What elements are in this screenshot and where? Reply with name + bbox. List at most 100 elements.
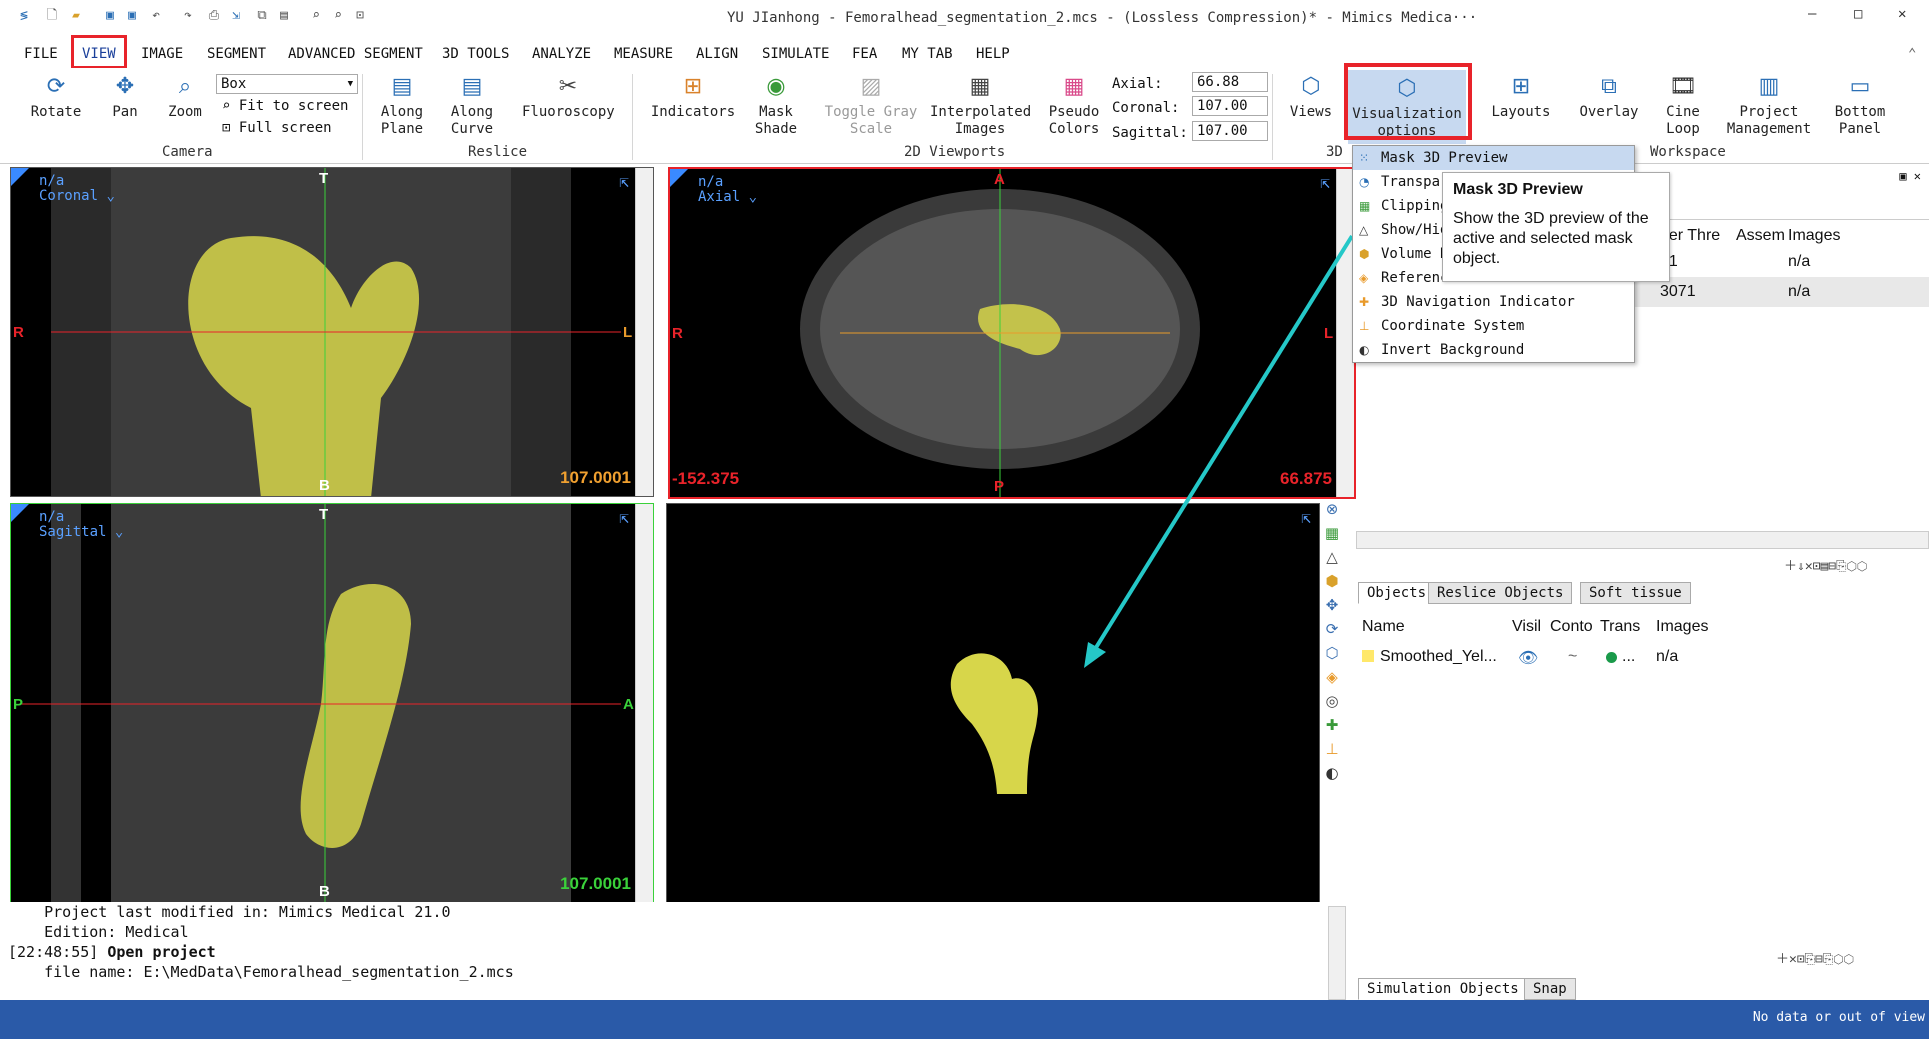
cine-loop-button[interactable]: 🎞 Cine Loop — [1660, 68, 1706, 138]
pseudo-colors-button[interactable]: ▦ Pseudo Colors — [1046, 68, 1102, 138]
ribbon-collapse-icon[interactable]: ⌃ — [1908, 46, 1916, 62]
coronal-label[interactable]: n/a Coronal ⌄ — [39, 174, 115, 204]
overlay-button[interactable]: ⧉ Overlay — [1576, 68, 1642, 121]
zoom-fit-icon[interactable]: ⊡ — [352, 8, 368, 24]
coronal-viewport[interactable]: n/a Coronal ⌄ T B R L 107.0001 ⇱ — [10, 167, 654, 497]
fluoroscopy-button[interactable]: ✂ Fluoroscopy — [522, 68, 615, 121]
palette-icon[interactable]: ◈ — [1322, 668, 1342, 692]
tab-reslice-objects[interactable]: Reslice Objects — [1428, 582, 1573, 604]
tab-snap[interactable]: Snap — [1524, 978, 1576, 1000]
contour-icon[interactable]: ~ — [1568, 648, 1577, 666]
overlap-icon[interactable]: ⊗ — [1322, 500, 1342, 524]
menu-file[interactable]: FILE — [24, 46, 58, 62]
axial-label[interactable]: n/a Axial ⌄ — [698, 175, 757, 205]
maximize-viewport-icon[interactable]: ⇱ — [619, 172, 629, 191]
triangle-icon[interactable]: △ — [1322, 548, 1342, 572]
menu-measure[interactable]: MEASURE — [614, 46, 673, 62]
move-icon[interactable]: ✥ — [1322, 596, 1342, 620]
toggle-gray-scale-button[interactable]: ▨ Toggle Gray Scale — [824, 68, 918, 138]
rotate-icon[interactable]: ⟳ — [1322, 620, 1342, 644]
mask-shade-button[interactable]: ◉ Mask Shade — [752, 68, 800, 138]
fit-to-screen-button[interactable]: ⌕ Fit to screen — [222, 98, 348, 114]
objects-toolbar-icons[interactable]: ＋✕⊡⎘⊟⎘⬡⬡ — [1776, 948, 1854, 967]
project-management-button[interactable]: ▥ Project Management — [1720, 68, 1818, 138]
maximize-button[interactable]: □ — [1854, 6, 1862, 22]
undo-icon[interactable]: ↶ — [148, 8, 164, 24]
along-curve-button[interactable]: ▤ Along Curve — [444, 68, 500, 138]
pan-button[interactable]: ✥ Pan — [104, 68, 146, 121]
close-button[interactable]: ✕ — [1898, 6, 1906, 22]
invert-icon[interactable]: ◐ — [1322, 764, 1342, 788]
maximize-viewport-icon[interactable]: ⇱ — [1320, 173, 1330, 192]
new-file-icon[interactable]: 🗋 — [44, 8, 60, 24]
layouts-button[interactable]: ⊞ Layouts — [1488, 68, 1554, 121]
paste-icon[interactable]: ▤ — [276, 8, 292, 24]
col-name: Name — [1362, 618, 1405, 635]
sagittal-label: Sagittal: — [1112, 125, 1188, 141]
indicators-button[interactable]: ⊞ Indicators — [650, 68, 736, 121]
transparency-dot-icon[interactable] — [1606, 652, 1617, 663]
chevron-down-icon: ▼ — [347, 79, 353, 89]
coronal-label: Coronal: — [1112, 100, 1180, 116]
log-line: Edition: Medical — [8, 923, 189, 941]
menu-my-tab[interactable]: MY TAB — [902, 46, 953, 62]
axis-icon[interactable]: ⊥ — [1322, 740, 1342, 764]
zoom-mode-select[interactable]: Box ▼ — [216, 74, 358, 94]
sagittal-label[interactable]: n/a Sagittal ⌄ — [39, 510, 123, 540]
menu-align[interactable]: ALIGN — [696, 46, 738, 62]
menu-simulate[interactable]: SIMULATE — [762, 46, 829, 62]
menu-analyze[interactable]: ANALYZE — [532, 46, 591, 62]
title-bar: ≶ 🗋 ▰ ▣ ▣ ↶ ↷ ⎙ ⇲ ⧉ ▤ ⌕ ⌕ ⊡ YU JIanhong … — [0, 0, 1929, 36]
menu-advanced-segment[interactable]: ADVANCED SEGMENT — [288, 46, 423, 62]
copy-icon[interactable]: ⧉ — [254, 8, 270, 24]
interpolated-images-button[interactable]: ▦ Interpolated Images — [930, 68, 1031, 138]
navigation-icon[interactable]: ✚ — [1322, 716, 1342, 740]
tab-objects[interactable]: Objects — [1358, 582, 1436, 604]
save-icon[interactable]: ▣ — [102, 8, 118, 24]
zoom-out-icon[interactable]: ⌕ — [330, 8, 346, 24]
sphere-icon[interactable]: ⬢ — [1322, 572, 1342, 596]
mask-toolbar-icons[interactable]: ＋⇓✕⊡▤⊟⎘⬡⬡ — [1784, 555, 1867, 574]
coronal-spinbox[interactable]: 107.00 — [1192, 96, 1268, 116]
export-icon[interactable]: ⇲ — [228, 8, 244, 24]
menu-item-3d-navigation-indicator[interactable]: ✚ 3D Navigation Indicator — [1353, 290, 1634, 314]
tab-simulation-objects[interactable]: Simulation Objects — [1358, 978, 1528, 1000]
along-plane-button[interactable]: ▤ Along Plane — [374, 68, 430, 138]
save-as-icon[interactable]: ▣ — [124, 8, 140, 24]
menu-3d-tools[interactable]: 3D TOOLS — [442, 46, 509, 62]
menu-item-coordinate-system[interactable]: ⊥ Coordinate System — [1353, 314, 1634, 338]
menu-image[interactable]: IMAGE — [141, 46, 183, 62]
menu-item-mask-3d-preview[interactable]: ⁙ Mask 3D Preview — [1353, 146, 1634, 170]
sagittal-spinbox[interactable]: 107.00 — [1192, 121, 1268, 141]
zoom-in-icon[interactable]: ⌕ — [308, 8, 324, 24]
table-row[interactable]: Smoothed_Yel... 👁 ~ ... n/a — [1356, 642, 1929, 672]
views-button[interactable]: ⬡ Views — [1286, 68, 1336, 121]
log-scrollbar[interactable] — [1328, 906, 1346, 1000]
bottom-panel-button[interactable]: ▭ Bottom Panel — [1830, 68, 1890, 138]
full-screen-button[interactable]: ⊡ Full screen — [222, 120, 332, 136]
menu-help[interactable]: HELP — [976, 46, 1010, 62]
viewport-scrollbar[interactable] — [635, 504, 653, 902]
eye-icon[interactable]: ◎ — [1322, 692, 1342, 716]
menu-fea[interactable]: FEA — [852, 46, 877, 62]
horizontal-scrollbar[interactable] — [1356, 531, 1929, 549]
zoom-button[interactable]: ⌕ Zoom — [164, 68, 206, 121]
axial-spinbox[interactable]: 66.88 — [1192, 72, 1268, 92]
rotate-button[interactable]: ⟳ Rotate — [28, 68, 84, 121]
layers-icon[interactable]: ▦ — [1322, 524, 1342, 548]
maximize-viewport-icon[interactable]: ⇱ — [619, 508, 629, 527]
open-folder-icon[interactable]: ▰ — [68, 8, 84, 24]
status-bar: No data or out of view — [0, 1000, 1929, 1039]
minimize-button[interactable]: – — [1808, 6, 1816, 22]
viewport-scrollbar[interactable] — [635, 168, 653, 496]
menu-item-invert-background[interactable]: ◐ Invert Background — [1353, 338, 1634, 362]
orientation-bottom: P — [994, 478, 1005, 495]
print-icon[interactable]: ⎙ — [206, 8, 222, 24]
eye-icon[interactable]: 👁 — [1518, 648, 1538, 668]
cube-icon[interactable]: ⬡ — [1322, 644, 1342, 668]
sagittal-viewport[interactable]: n/a Sagittal ⌄ T B P A 107.0001 ⇱ — [10, 503, 654, 903]
tab-soft-tissue[interactable]: Soft tissue — [1580, 582, 1691, 604]
menu-segment[interactable]: SEGMENT — [207, 46, 266, 62]
redo-icon[interactable]: ↷ — [180, 8, 196, 24]
panel-pin-icon[interactable]: ▣ ✕ — [1899, 169, 1921, 183]
